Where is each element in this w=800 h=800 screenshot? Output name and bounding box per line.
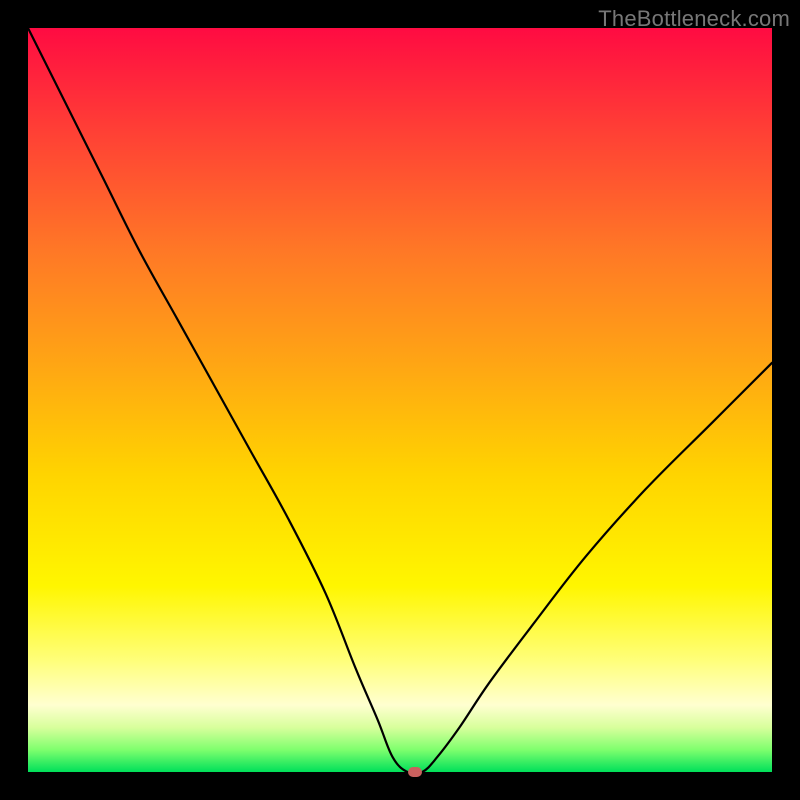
curve-svg: [28, 28, 772, 772]
watermark-text: TheBottleneck.com: [598, 6, 790, 32]
plot-area: [28, 28, 772, 772]
minimum-marker: [408, 767, 422, 777]
bottleneck-curve-path: [28, 28, 772, 774]
chart-container: TheBottleneck.com: [0, 0, 800, 800]
